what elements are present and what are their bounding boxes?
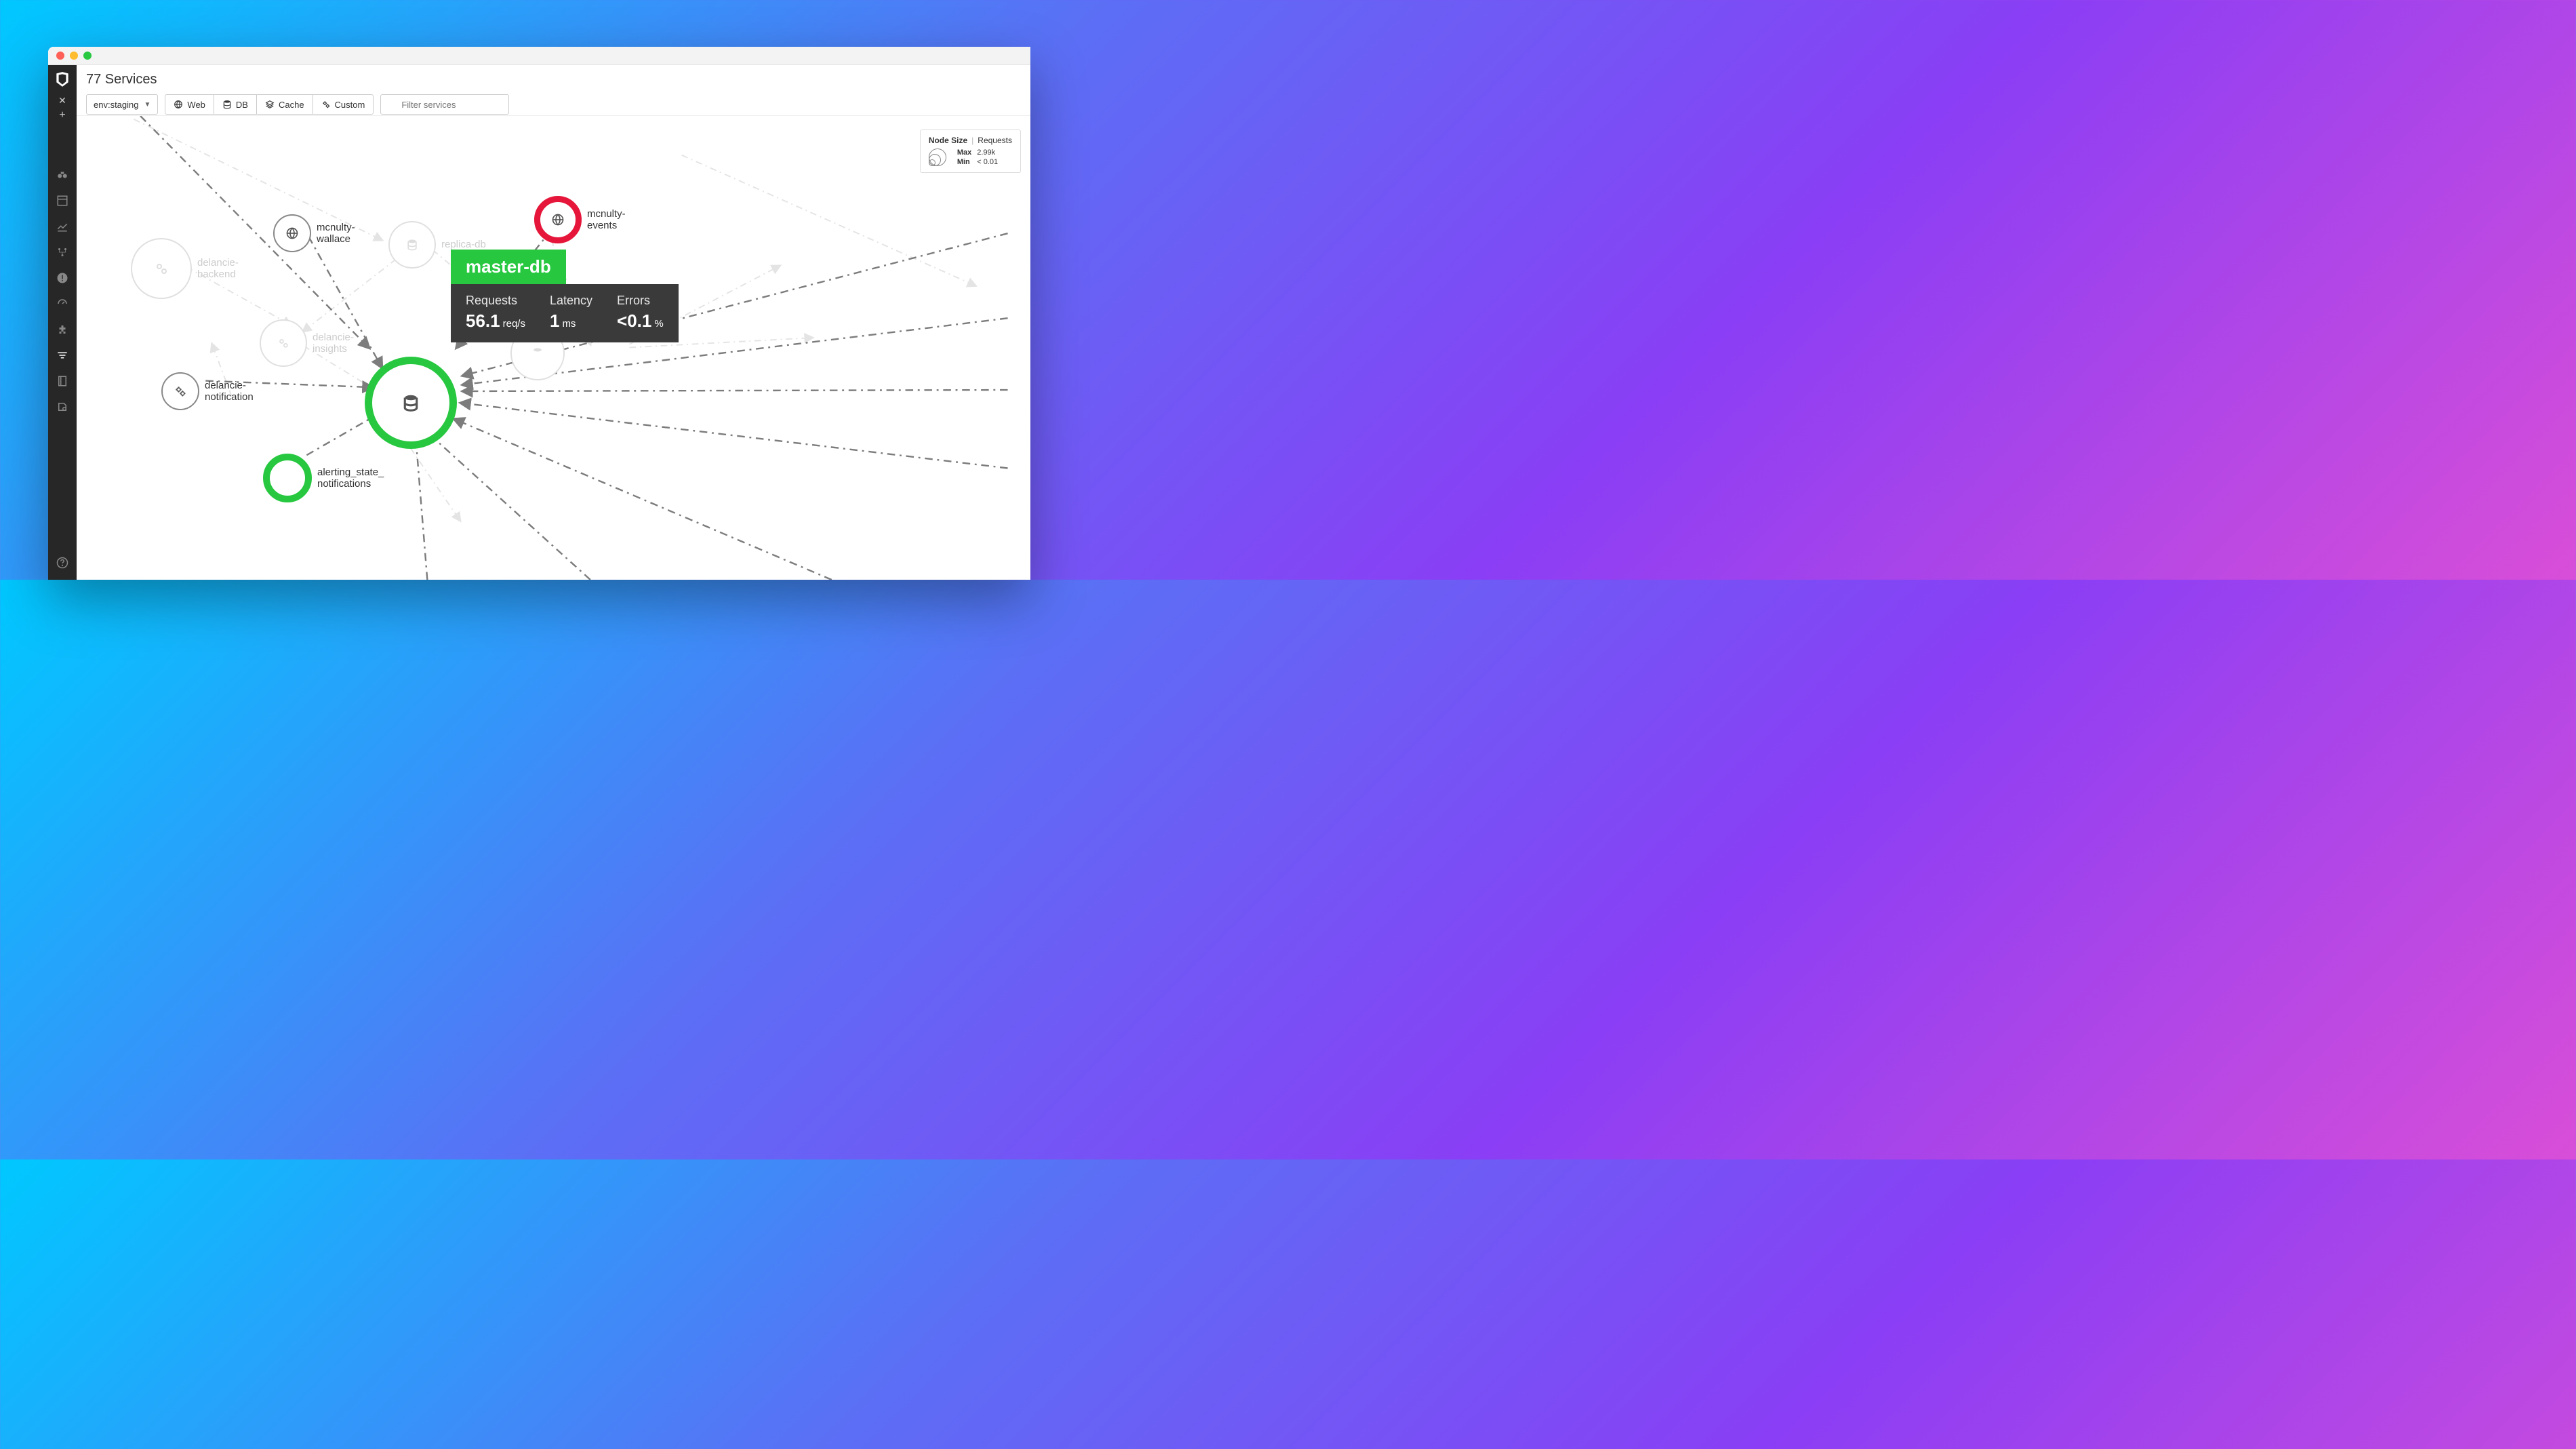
toolbar: env:staging ▼ Web DB: [86, 94, 1021, 115]
node-label: delancie- backend: [197, 257, 239, 281]
window-zoom-icon[interactable]: [83, 52, 92, 60]
node-label: mcnulty- wallace: [317, 222, 355, 245]
metric-value: <0.1: [617, 311, 651, 331]
metric-unit: %: [654, 318, 663, 330]
filter-services-input[interactable]: [380, 94, 509, 115]
env-label: env:staging: [94, 100, 139, 110]
node-label: alerting_state_ notifications: [317, 467, 384, 490]
globe-icon: [174, 100, 183, 109]
legend-size-icon: [929, 148, 952, 167]
search-wrap: [380, 94, 509, 115]
dashboard-icon[interactable]: [56, 195, 68, 207]
layers-icon: [265, 100, 275, 109]
app-body: ✕ + 77 Services env:stagi: [48, 65, 1030, 580]
legend-max-label: Max: [957, 148, 971, 157]
gears-icon: [277, 336, 290, 350]
service-map-icon[interactable]: [56, 349, 68, 361]
node-mcnulty-events[interactable]: mcnulty- events: [534, 196, 626, 243]
database-icon: [401, 393, 421, 413]
gears-icon: [174, 384, 187, 398]
database-icon: [531, 346, 544, 360]
node-label: mcnulty- events: [587, 208, 626, 232]
main-area: 77 Services env:staging ▼ Web DB: [77, 65, 1030, 580]
apm-icon[interactable]: [56, 298, 68, 310]
filter-web-button[interactable]: Web: [165, 95, 214, 114]
metric-label: Errors: [617, 294, 664, 308]
node-alerting-state-notifications[interactable]: alerting_state_ notifications: [263, 454, 384, 502]
chevron-down-icon: ▼: [144, 101, 151, 108]
datadog-logo-icon[interactable]: [54, 71, 71, 88]
legend-title: Node Size: [929, 136, 967, 145]
metric-latency: Latency 1ms: [550, 294, 592, 332]
rail-nav: [56, 169, 68, 413]
metrics-icon[interactable]: [56, 220, 68, 233]
service-tooltip: master-db Requests 56.1req/s Latency 1ms…: [451, 250, 679, 342]
left-rail: ✕ +: [48, 65, 77, 580]
metric-unit: ms: [562, 318, 576, 330]
legend-min-value: < 0.01: [977, 158, 998, 166]
filter-cache-button[interactable]: Cache: [257, 95, 313, 114]
gears-icon: [153, 260, 169, 277]
window-close-icon[interactable]: [56, 52, 64, 60]
env-selector[interactable]: env:staging ▼: [86, 94, 158, 115]
metric-requests: Requests 56.1req/s: [466, 294, 525, 332]
close-icon[interactable]: ✕: [58, 95, 66, 106]
filter-web-label: Web: [187, 100, 205, 110]
node-label: delancie- insights: [313, 332, 354, 355]
binoculars-icon[interactable]: [56, 169, 68, 181]
topbar: 77 Services env:staging ▼ Web DB: [77, 65, 1030, 116]
legend-box: Node Size | Requests Max 2.99k Min < 0.0…: [920, 130, 1021, 173]
page-title: 77 Services: [86, 72, 1021, 87]
node-label: delancie- notification: [205, 380, 254, 403]
app-window: ✕ + 77 Services env:stagi: [48, 47, 1030, 580]
node-delancie-notification[interactable]: delancie- notification: [161, 372, 254, 410]
node-master-db[interactable]: [365, 357, 457, 449]
integrations-icon[interactable]: [56, 323, 68, 336]
filter-cache-label: Cache: [279, 100, 304, 110]
filter-custom-label: Custom: [335, 100, 365, 110]
titlebar: [48, 47, 1030, 65]
legend-min-label: Min: [957, 158, 971, 166]
window-minimize-icon[interactable]: [70, 52, 78, 60]
metric-value: 1: [550, 311, 559, 331]
globe-icon: [285, 226, 299, 240]
infrastructure-icon[interactable]: [56, 246, 68, 258]
metric-label: Requests: [466, 294, 525, 308]
logs-icon[interactable]: [56, 401, 68, 413]
metric-errors: Errors <0.1%: [617, 294, 664, 332]
metric-value: 56.1: [466, 311, 500, 331]
metric-label: Latency: [550, 294, 592, 308]
type-filter-group: Web DB Cache Custom: [165, 94, 374, 115]
node-mcnulty-wallace[interactable]: mcnulty- wallace: [273, 214, 355, 252]
add-icon[interactable]: +: [59, 109, 65, 121]
filter-custom-button[interactable]: Custom: [313, 95, 374, 114]
notebook-icon[interactable]: [56, 375, 68, 387]
metric-unit: req/s: [503, 318, 525, 330]
gears-icon: [321, 100, 331, 109]
tooltip-title: master-db: [451, 250, 566, 284]
alert-icon[interactable]: [56, 272, 68, 284]
database-icon: [222, 100, 232, 109]
node-delancie-backend[interactable]: delancie- backend: [131, 238, 239, 299]
node-delancie-insights[interactable]: delancie- insights: [260, 319, 354, 367]
service-map-canvas[interactable]: delancie- backend replica-db delancie- i…: [77, 116, 1030, 580]
legend-separator: |: [971, 136, 973, 145]
database-icon: [405, 238, 419, 252]
filter-db-label: DB: [236, 100, 248, 110]
help-icon[interactable]: [56, 557, 68, 569]
legend-max-value: 2.99k: [977, 148, 998, 157]
legend-metric: Requests: [978, 136, 1012, 145]
filter-db-button[interactable]: DB: [214, 95, 257, 114]
tooltip-body: Requests 56.1req/s Latency 1ms Errors <0…: [451, 284, 679, 342]
globe-icon: [551, 213, 565, 226]
